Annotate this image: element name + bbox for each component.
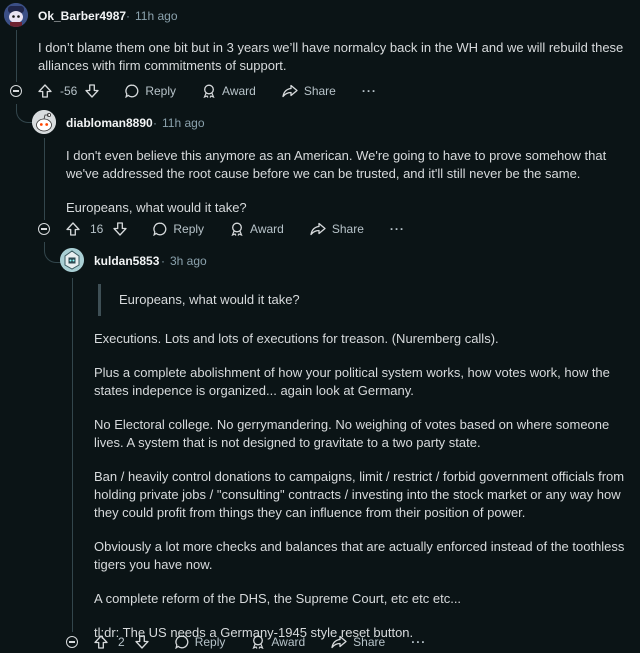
comment-timestamp[interactable]: 11h ago: [135, 9, 178, 23]
comment-paragraph: Ban / heavily control donations to campa…: [94, 469, 625, 520]
minus-icon: [41, 228, 47, 230]
award-icon: [252, 635, 264, 649]
vote-controls: 16: [66, 222, 128, 236]
award-label: Award: [271, 635, 306, 649]
more-icon: ···: [389, 222, 405, 236]
more-icon: ···: [361, 84, 377, 98]
snoo-avatar-icon: [60, 248, 84, 272]
comment-actions: 2 Reply Award Share ···: [94, 632, 426, 652]
avatar[interactable]: [32, 110, 56, 134]
snoo-avatar-icon: [32, 110, 56, 134]
reply-label: Reply: [145, 84, 177, 98]
reply-label: Reply: [173, 222, 205, 236]
reply-label: Reply: [194, 635, 226, 649]
more-options-button[interactable]: ···: [390, 222, 405, 236]
comment-bubble-icon: [174, 635, 189, 649]
comment-body: Executions. Lots and lots of executions …: [94, 330, 634, 642]
avatar[interactable]: [60, 248, 84, 272]
comment-body: I don't even believe this anymore as an …: [66, 147, 626, 217]
award-icon: [231, 222, 243, 236]
thread-connector: [44, 242, 61, 263]
upvote-icon[interactable]: [38, 84, 52, 98]
comment-separator: ·: [161, 254, 165, 268]
more-options-button[interactable]: ···: [362, 84, 377, 98]
share-button[interactable]: Share: [310, 222, 364, 236]
thread-line-level-3[interactable]: [72, 278, 73, 632]
share-button[interactable]: Share: [282, 84, 336, 98]
comment-paragraph: I don't even believe this anymore as an …: [66, 148, 607, 181]
award-icon: [203, 84, 215, 98]
comment-paragraph: No Electoral college. No gerrymandering.…: [94, 417, 610, 450]
thread-line-level-1[interactable]: [16, 30, 17, 82]
comment-paragraph: Obviously a lot more checks and balances…: [94, 539, 625, 572]
share-button[interactable]: Share: [331, 635, 385, 649]
thread-connector: [16, 104, 33, 123]
more-icon: ···: [411, 635, 427, 649]
award-button[interactable]: Award: [230, 222, 284, 236]
collapse-thread-button[interactable]: [38, 223, 50, 235]
collapse-thread-button[interactable]: [10, 85, 22, 97]
comment-paragraph: A complete reform of the DHS, the Suprem…: [94, 591, 462, 606]
comment-body: I don’t blame them one bit but in 3 year…: [38, 39, 630, 75]
vote-score: -56: [60, 84, 78, 98]
comment-author[interactable]: kuldan5853: [94, 254, 159, 268]
vote-score: 16: [90, 222, 104, 236]
comment-bubble-icon: [153, 222, 167, 236]
vote-controls: -56: [38, 84, 99, 98]
upvote-icon[interactable]: [94, 635, 108, 649]
comment-actions: -56 Reply Award Share ···: [38, 81, 377, 101]
award-button[interactable]: Award: [251, 635, 305, 649]
comment-bubble-icon: [125, 84, 139, 98]
comment-paragraph: Plus a complete abolishment of how your …: [94, 365, 610, 398]
quoted-text: Europeans, what would it take?: [98, 284, 300, 316]
share-label: Share: [303, 84, 336, 98]
comment-paragraph: I don’t blame them one bit but in 3 year…: [38, 40, 624, 73]
downvote-icon[interactable]: [135, 635, 149, 649]
comment-paragraph: Europeans, what would it take?: [66, 200, 247, 215]
comment-separator: ·: [126, 9, 130, 23]
minus-icon: [69, 641, 75, 643]
more-options-button[interactable]: ···: [411, 635, 426, 649]
collapse-thread-button[interactable]: [66, 636, 78, 648]
vote-score: 2: [118, 635, 125, 649]
reply-button[interactable]: Reply: [174, 635, 226, 649]
share-icon: [310, 222, 326, 236]
share-label: Share: [353, 635, 386, 649]
downvote-icon[interactable]: [85, 84, 99, 98]
vote-controls: 2: [94, 635, 149, 649]
award-label: Award: [250, 222, 284, 236]
comment-timestamp[interactable]: 3h ago: [170, 254, 207, 268]
comment-actions: 16 Reply Award Share ···: [66, 219, 405, 239]
share-icon: [282, 84, 298, 98]
avatar[interactable]: [4, 3, 28, 27]
reply-button[interactable]: Reply: [153, 222, 204, 236]
share-label: Share: [331, 222, 364, 236]
award-button[interactable]: Award: [202, 84, 256, 98]
minus-icon: [13, 90, 19, 92]
award-label: Award: [222, 84, 256, 98]
comment-author[interactable]: Ok_Barber4987: [38, 9, 126, 23]
downvote-icon[interactable]: [113, 222, 128, 236]
comment-separator: ·: [153, 116, 157, 130]
comment-author[interactable]: diabloman8890: [66, 116, 153, 130]
comment-paragraph: Executions. Lots and lots of executions …: [94, 331, 499, 346]
snoo-avatar-icon: [4, 3, 28, 27]
comment-timestamp[interactable]: 11h ago: [162, 116, 205, 130]
reply-button[interactable]: Reply: [125, 84, 176, 98]
share-icon: [331, 635, 347, 649]
upvote-icon[interactable]: [66, 222, 80, 236]
thread-line-level-2[interactable]: [44, 138, 45, 220]
